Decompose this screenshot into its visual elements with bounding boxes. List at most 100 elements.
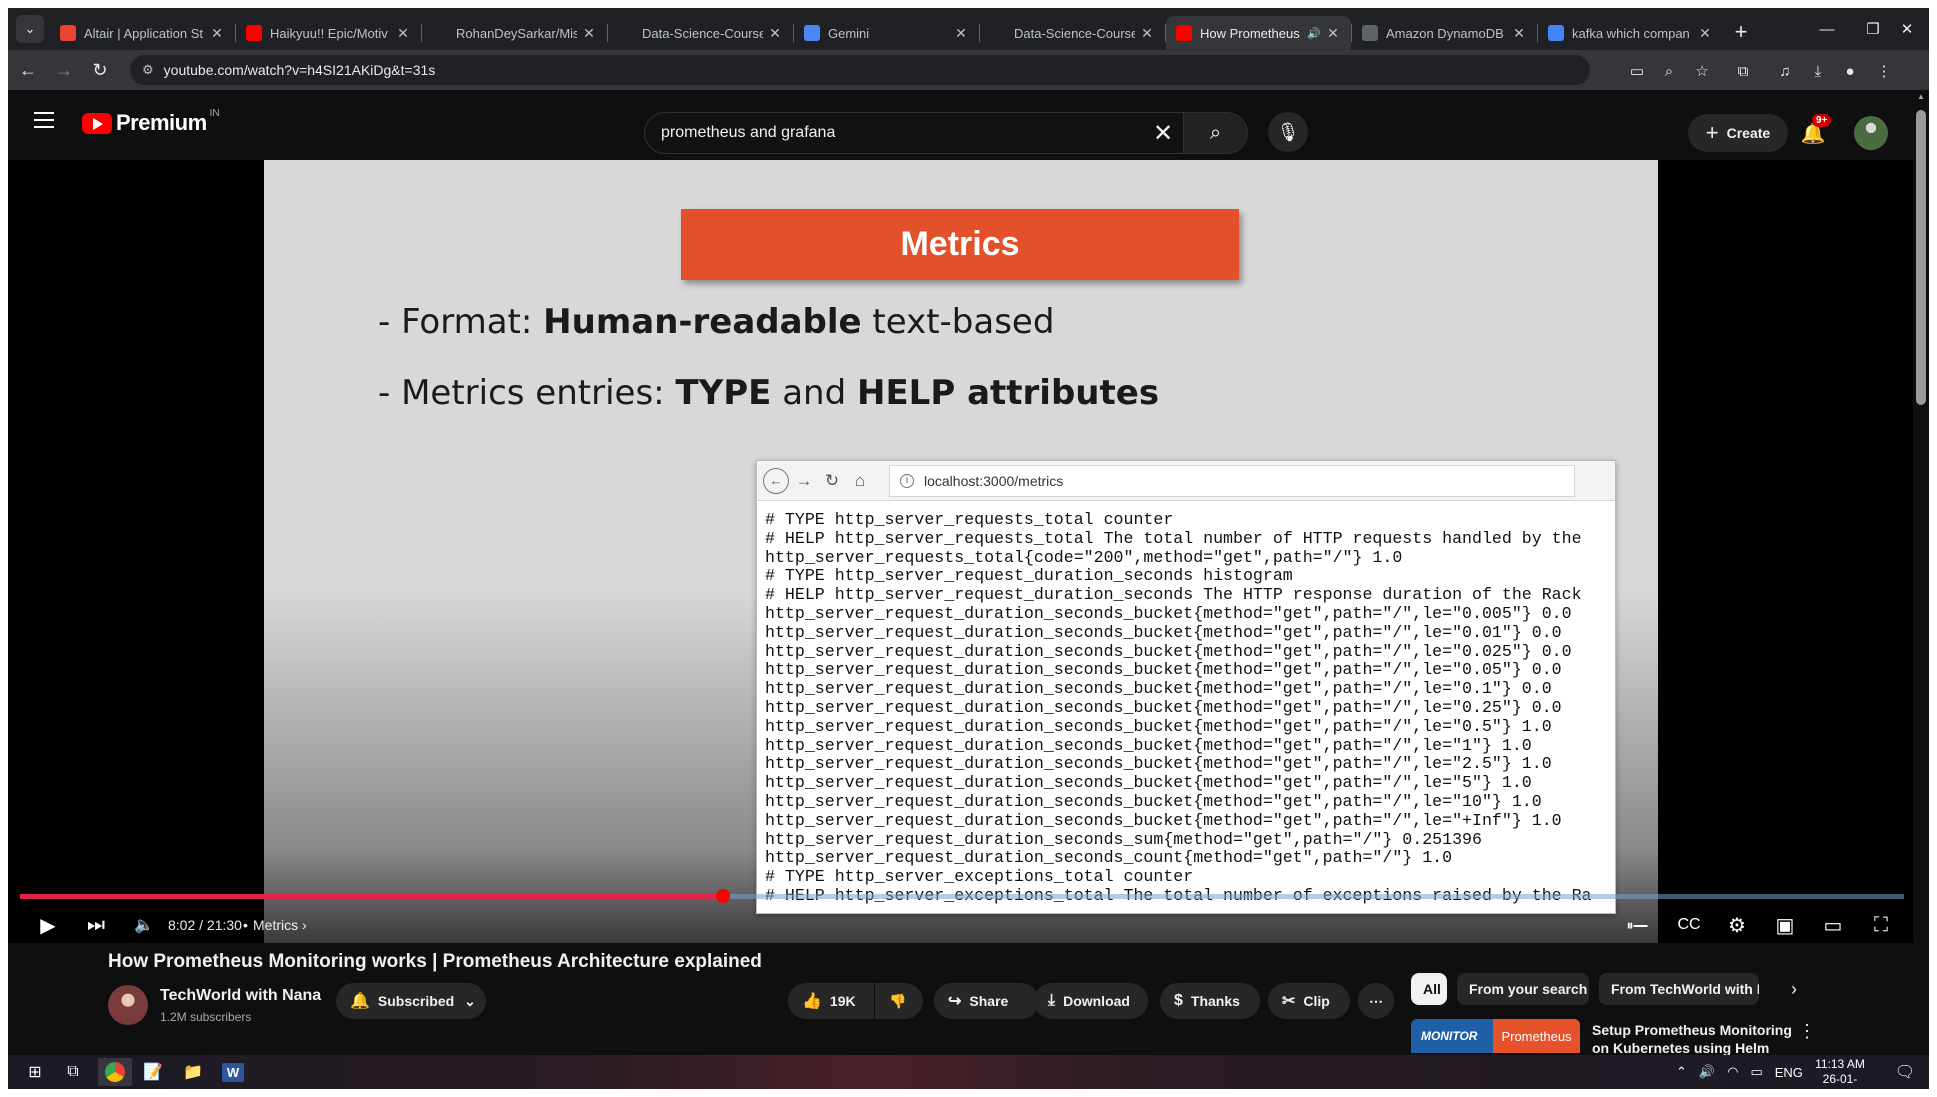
media-icon[interactable]: ♫ — [1772, 58, 1798, 84]
microphone-icon[interactable]: 🎙 — [1268, 112, 1308, 152]
channel-avatar[interactable] — [108, 985, 148, 1025]
download-label: Download — [1063, 993, 1130, 1009]
video-player[interactable]: Metrics - Format: Human-readable text-ba… — [8, 160, 1913, 943]
browser-tab[interactable]: Gemini ✕ — [794, 16, 979, 50]
reload-button[interactable]: ↻ — [84, 54, 116, 86]
file-explorer-taskbar-icon[interactable]: 📁 — [176, 1058, 210, 1086]
download-button[interactable]: ⤓ Download — [1034, 983, 1148, 1019]
progress-bar[interactable] — [20, 889, 1904, 903]
tray-wifi-icon[interactable]: ◠ — [1727, 1064, 1738, 1080]
close-tab-icon[interactable]: ✕ — [1697, 25, 1713, 42]
task-view-icon[interactable]: ⧉ — [56, 1058, 90, 1086]
notifications-bell-icon[interactable]: 🔔 9+ — [1796, 114, 1832, 150]
windows-start-icon[interactable]: ⊞ — [18, 1058, 52, 1086]
volume-icon[interactable]: 🔈 — [128, 909, 160, 941]
page-scrollbar[interactable]: ▲ — [1913, 90, 1929, 1055]
close-tab-icon[interactable]: ✕ — [1511, 25, 1527, 42]
tray-chevron-icon[interactable]: ⌃ — [1676, 1064, 1687, 1080]
close-tab-icon[interactable]: ✕ — [209, 25, 225, 42]
minimize-button[interactable]: — — [1804, 8, 1850, 50]
notepad-taskbar-icon[interactable]: 📝 — [136, 1058, 170, 1086]
settings-gear-icon[interactable]: ⚙ — [1720, 909, 1754, 941]
address-bar[interactable]: ⚙ youtube.com/watch?v=h4SI21AKiDg&t=31s — [130, 55, 1590, 85]
channel-name[interactable]: TechWorld with Nana — [160, 987, 321, 1005]
chip-from-your-search[interactable]: From your search — [1457, 973, 1589, 1005]
forward-button[interactable]: → — [48, 54, 80, 86]
next-video-icon[interactable]: ⏭ — [80, 909, 112, 941]
share-button[interactable]: ↪ Share — [934, 983, 1039, 1019]
create-button[interactable]: + Create — [1688, 114, 1788, 152]
cast-icon[interactable]: ▭ — [1624, 58, 1650, 84]
browser-tab[interactable]: RohanDeySarkar/Mis ✕ — [422, 16, 607, 50]
hamburger-menu-icon[interactable] — [34, 112, 54, 128]
download-icon[interactable]: ⤓ — [1805, 58, 1831, 84]
tab-strip: ⌄ Altair | Application St ✕ Haikyuu!! Epic… — [8, 8, 1929, 50]
browser-tab[interactable]: Data-Science-Course ✕ — [608, 16, 793, 50]
action-center-icon[interactable]: 🗨 — [1888, 1058, 1922, 1086]
scissors-icon: ✂ — [1282, 993, 1296, 1010]
search-input[interactable]: prometheus and grafana — [645, 124, 1143, 142]
recommended-title[interactable]: Setup Prometheus Monitoring on Kubernete… — [1592, 1021, 1792, 1055]
video-frame-slide: Metrics - Format: Human-readable text-ba… — [264, 160, 1658, 943]
search-box: prometheus and grafana ✕ ⌕ — [644, 112, 1248, 154]
browser-tab[interactable]: How Prometheus 🔊 ✕ — [1166, 16, 1351, 50]
browser-tab[interactable]: Data-Science-Course ✕ — [980, 16, 1165, 50]
miniplayer-icon[interactable]: ▣ — [1768, 909, 1802, 941]
word-taskbar-icon[interactable]: W — [216, 1058, 250, 1086]
captions-icon[interactable]: CC — [1672, 909, 1706, 941]
account-avatar[interactable] — [1854, 116, 1888, 150]
tab-audio-icon[interactable]: 🔊 — [1307, 27, 1321, 40]
close-tab-icon[interactable]: ✕ — [953, 25, 969, 42]
fullscreen-icon[interactable]: ⛶ — [1864, 909, 1898, 941]
extensions-icon[interactable]: ⧉ — [1730, 58, 1756, 84]
metrics-code-text: # TYPE http_server_requests_total counte… — [765, 510, 1592, 905]
close-tab-icon[interactable]: ✕ — [1139, 25, 1155, 42]
chip-from-channel[interactable]: From TechWorld with N — [1599, 973, 1759, 1005]
autoplay-toggle[interactable]: ⏸━ — [1620, 909, 1654, 941]
subscribed-button[interactable]: 🔔 Subscribed ⌄ — [336, 983, 486, 1019]
close-tab-icon[interactable]: ✕ — [767, 25, 783, 42]
youtube-premium-logo[interactable]: Premium IN — [82, 108, 220, 136]
recommended-thumbnail[interactable]: MONITOR Prometheus — [1411, 1019, 1580, 1053]
tray-volume-icon[interactable]: 🔊 — [1699, 1064, 1715, 1080]
play-icon[interactable]: ▶ — [32, 909, 64, 941]
more-actions-button[interactable]: ⋯ — [1358, 983, 1394, 1019]
zoom-icon[interactable]: ⌕ — [1656, 58, 1682, 84]
chip-all[interactable]: All — [1411, 973, 1447, 1005]
player-controls: ▶ ⏭ 🔈 8:02 / 21:30 • Metrics › ⏸━ CC ⚙ ▣… — [8, 905, 1913, 945]
browser-tab[interactable]: Amazon DynamoDB ✕ — [1352, 16, 1537, 50]
profile-icon[interactable]: ● — [1837, 58, 1863, 84]
chrome-menu-icon[interactable]: ⋮ — [1871, 58, 1897, 84]
tab-search-button[interactable]: ⌄ — [16, 15, 44, 43]
tray-language[interactable]: ENG — [1775, 1065, 1803, 1080]
browser-tab[interactable]: kafka which compan ✕ — [1538, 16, 1723, 50]
browser-tab[interactable]: Haikyuu!! Epic/Motiv ✕ — [236, 16, 421, 50]
new-tab-button[interactable]: + — [1727, 18, 1755, 46]
back-button[interactable]: ← — [12, 54, 44, 86]
download-icon: ⤓ — [1048, 992, 1056, 1009]
close-tab-icon[interactable]: ✕ — [581, 25, 597, 42]
site-info-icon[interactable]: ⚙ — [142, 62, 154, 78]
theater-mode-icon[interactable]: ▭ — [1816, 909, 1850, 941]
browser-tab[interactable]: Altair | Application St ✕ — [50, 16, 235, 50]
close-tab-icon[interactable]: ✕ — [1325, 25, 1341, 42]
progress-scrubber-handle[interactable] — [715, 889, 730, 903]
clip-label: Clip — [1303, 993, 1330, 1009]
close-tab-icon[interactable]: ✕ — [395, 25, 411, 42]
thanks-button[interactable]: $ Thanks — [1160, 983, 1260, 1019]
scroll-up-arrow[interactable]: ▲ — [1913, 92, 1929, 101]
scrollbar-thumb[interactable] — [1916, 110, 1926, 405]
chapter-button[interactable]: Metrics › — [253, 917, 307, 933]
clear-search-icon[interactable]: ✕ — [1143, 119, 1183, 148]
search-button[interactable]: ⌕ — [1183, 113, 1247, 153]
tray-battery-icon[interactable]: ▭ — [1750, 1064, 1762, 1080]
chrome-taskbar-icon[interactable] — [98, 1058, 132, 1086]
dislike-button[interactable]: 👎 — [875, 983, 923, 1019]
close-window-button[interactable]: ✕ — [1884, 8, 1929, 50]
chips-next-chevron-icon[interactable]: › — [1791, 979, 1797, 1000]
bookmark-star-icon[interactable]: ☆ — [1689, 58, 1715, 84]
taskbar-clock[interactable]: 11:13 AM26-01-2025 — [1810, 1057, 1870, 1089]
clip-button[interactable]: ✂ Clip — [1268, 983, 1350, 1019]
like-button[interactable]: 👍 19K — [788, 983, 874, 1019]
recommended-more-icon[interactable]: ⋮ — [1798, 1021, 1816, 1042]
